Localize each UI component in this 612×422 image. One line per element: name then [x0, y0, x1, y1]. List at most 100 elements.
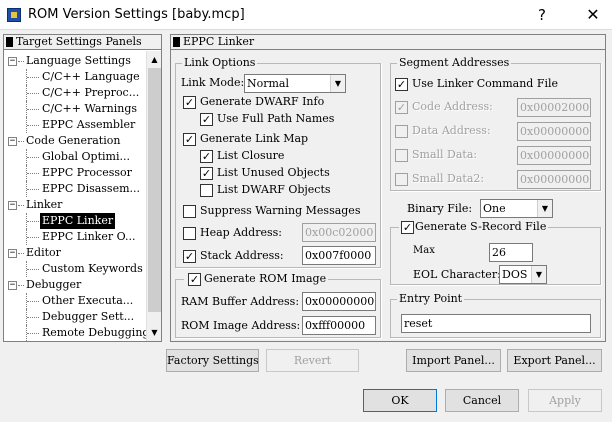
srecord-group: Generate S-Record File ✓ Max 26 EOL Char…	[390, 220, 601, 285]
tree-item[interactable]: C/C++ Preproc...	[4, 85, 147, 101]
tree-category[interactable]: − Language Settings	[4, 53, 147, 69]
tree-item[interactable]: C/C++ Language	[4, 69, 147, 85]
binary-file-label: Binary File:	[407, 202, 473, 215]
window-title: ROM Version Settings [baby.mcp]	[28, 7, 245, 22]
code-address-checkbox[interactable]: ✓	[395, 101, 408, 114]
import-panel-button[interactable]: Import Panel...	[406, 349, 501, 372]
tree-item[interactable]: C/C++ Warnings	[4, 101, 147, 117]
heap-address-checkbox[interactable]	[183, 227, 196, 240]
tree-item[interactable]: EPPC Processor	[4, 165, 147, 181]
scroll-down-icon[interactable]: ▼	[147, 325, 162, 340]
small-data2-field[interactable]: 0x00000000	[517, 170, 591, 189]
data-address-checkbox[interactable]	[395, 125, 408, 138]
small-data2-checkbox[interactable]	[395, 173, 408, 186]
small-data-label: Small Data:	[412, 148, 478, 161]
tree-item[interactable]: EPPC Assembler	[4, 117, 147, 133]
list-dwarf-label: List DWARF Objects	[217, 183, 331, 196]
small-data-field[interactable]: 0x00000000	[517, 146, 591, 165]
tree-connector	[27, 93, 39, 94]
link-mode-select[interactable]: Normal ▼	[244, 74, 346, 93]
scroll-thumb[interactable]	[148, 68, 161, 312]
tree-item[interactable]: Custom Keywords	[4, 261, 147, 277]
tree-item[interactable]: Debugger Sett...	[4, 309, 147, 325]
collapse-icon[interactable]: −	[8, 249, 17, 258]
panel-header-icon	[173, 37, 180, 47]
stack-address-field[interactable]: 0x007f0000	[302, 246, 376, 265]
data-address-label: Data Address:	[412, 124, 491, 137]
rom-image-group: Generate ROM Image ✓ RAM Buffer Address:…	[175, 272, 381, 338]
tree-item[interactable]: EPPC Linker	[4, 213, 147, 229]
link-mode-value: Normal	[247, 77, 290, 90]
tree-item[interactable]: Global Optimi...	[4, 149, 147, 165]
tree-item[interactable]: EPPC Disassem...	[4, 181, 147, 197]
collapse-icon[interactable]: −	[8, 137, 17, 146]
tree-item-label: Linker	[26, 198, 63, 211]
code-address-field[interactable]: 0x00002000	[517, 98, 591, 117]
collapse-icon[interactable]: −	[8, 201, 17, 210]
tree-category[interactable]: − Linker	[4, 197, 147, 213]
list-closure-checkbox[interactable]: ✓	[200, 150, 213, 163]
collapse-icon[interactable]: −	[8, 281, 17, 290]
code-address-label: Code Address:	[412, 100, 493, 113]
generate-link-map-checkbox[interactable]: ✓	[183, 133, 196, 146]
ok-button[interactable]: OK	[363, 389, 437, 412]
link-options-title: Link Options	[182, 56, 258, 70]
tree-item-label: EPPC Linker O...	[42, 230, 136, 243]
tree-list: − Language Settings C/C++ Language C/C++ Pr…	[4, 51, 147, 341]
tree-connector	[27, 157, 39, 158]
tree-item-label: Editor	[26, 246, 61, 259]
tree-item[interactable]: Other Executa...	[4, 293, 147, 309]
tree-item[interactable]: Remote Debugging	[4, 325, 147, 341]
segment-addresses-group: Segment Addresses ✓ Use Linker Command F…	[390, 56, 601, 191]
tree-connector	[27, 173, 39, 174]
suppress-warnings-checkbox[interactable]	[183, 205, 196, 218]
tree-category[interactable]: − Code Generation	[4, 133, 147, 149]
small-data2-label: Small Data2:	[412, 172, 485, 185]
close-button[interactable]: ✕	[578, 4, 608, 26]
stack-address-checkbox[interactable]: ✓	[183, 250, 196, 263]
srecord-label: Generate S-Record File	[415, 220, 547, 233]
small-data-checkbox[interactable]	[395, 149, 408, 162]
eol-character-select[interactable]: DOS ▼	[499, 265, 547, 284]
tree-item-label: EPPC Assembler	[42, 118, 136, 131]
generate-rom-image-checkbox[interactable]: ✓	[188, 273, 201, 286]
help-button[interactable]: ?	[527, 4, 557, 26]
binary-file-value: One	[483, 202, 506, 215]
collapse-icon[interactable]: −	[8, 57, 17, 66]
factory-settings-button[interactable]: Factory Settings	[166, 349, 259, 372]
use-linker-cmd-checkbox[interactable]: ✓	[395, 78, 408, 91]
list-unused-checkbox[interactable]: ✓	[200, 167, 213, 180]
scroll-up-icon[interactable]: ▲	[147, 52, 162, 67]
list-dwarf-checkbox[interactable]	[200, 184, 213, 197]
eol-character-value: DOS	[502, 268, 528, 281]
tree-connector	[27, 301, 39, 302]
entry-point-field[interactable]: reset	[401, 314, 591, 333]
generate-srecord-checkbox[interactable]: ✓	[401, 221, 414, 234]
tree-item-label: EPPC Processor	[42, 166, 132, 179]
heap-address-field[interactable]: 0x00c02000	[302, 223, 376, 242]
ram-buffer-field[interactable]: 0x00000000	[302, 292, 376, 311]
tree-connector	[27, 333, 39, 334]
title-bar: ROM Version Settings [baby.mcp] ? ✕	[0, 0, 612, 30]
use-linker-cmd-label: Use Linker Command File	[412, 77, 559, 90]
tree-scrollbar[interactable]: ▲ ▼	[146, 51, 161, 341]
chevron-down-icon: ▼	[330, 75, 345, 92]
tree-category[interactable]: − Debugger	[4, 277, 147, 293]
rom-image-address-field[interactable]: 0xfff00000	[302, 316, 376, 335]
max-length-field[interactable]: 26	[489, 243, 533, 262]
binary-file-select[interactable]: One ▼	[480, 199, 553, 218]
cancel-button[interactable]: Cancel	[445, 389, 519, 412]
tree-item-label: Other Executa...	[42, 294, 134, 307]
revert-button[interactable]: Revert	[266, 349, 359, 372]
tree-item-label: Global Optimi...	[42, 150, 130, 163]
export-panel-button[interactable]: Export Panel...	[507, 349, 602, 372]
data-address-field[interactable]: 0x00000000	[517, 122, 591, 141]
use-full-path-checkbox[interactable]: ✓	[200, 113, 213, 126]
tree-item[interactable]: EPPC Linker O...	[4, 229, 147, 245]
tree-category[interactable]: − Editor	[4, 245, 147, 261]
tree-panel-header: Target Settings Panels	[4, 35, 161, 50]
tree-item-label: EPPC Linker	[40, 213, 116, 229]
tree-connector	[27, 221, 39, 222]
generate-dwarf-checkbox[interactable]: ✓	[183, 96, 196, 109]
apply-button[interactable]: Apply	[528, 389, 602, 412]
